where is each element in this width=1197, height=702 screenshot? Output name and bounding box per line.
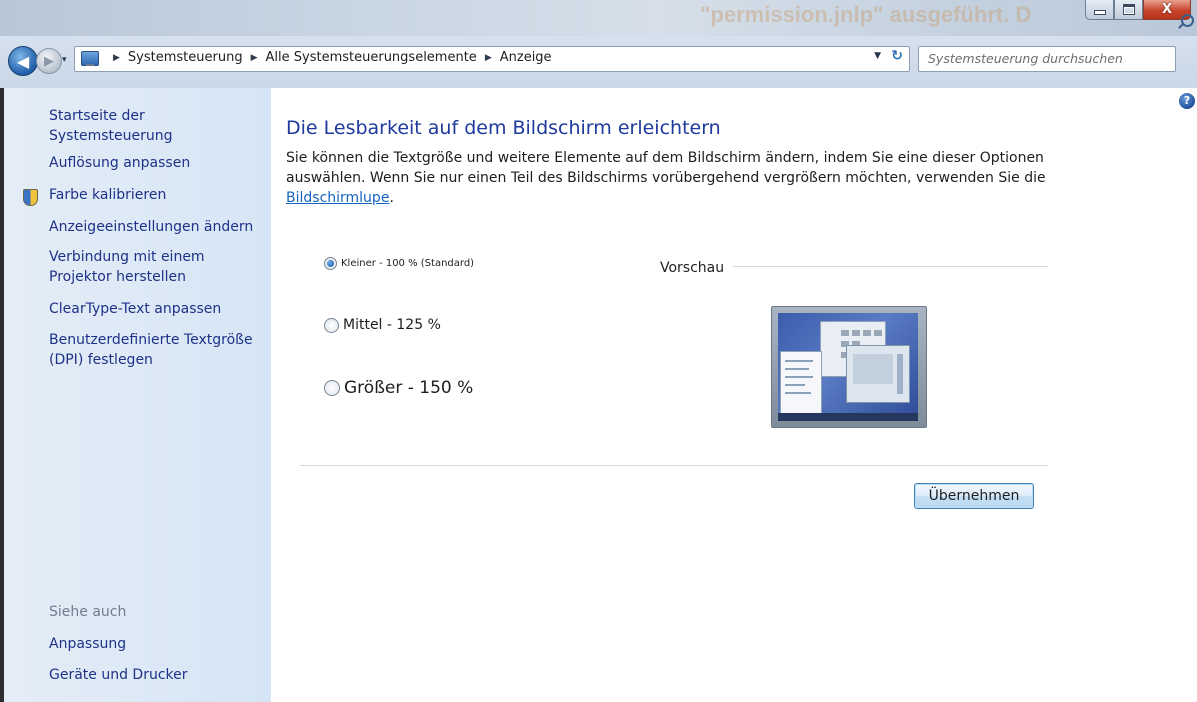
control-panel-icon xyxy=(81,51,99,66)
option-medium[interactable]: Mittel - 125 % xyxy=(324,317,441,333)
maximize-icon xyxy=(1122,4,1135,15)
sidebar-item-aufloesung[interactable]: Auflösung anpassen xyxy=(49,153,265,173)
page-title: Die Lesbarkeit auf dem Bildschirm erleic… xyxy=(286,117,721,139)
breadcrumb-separator-icon: ▶ xyxy=(113,53,120,63)
search-icon[interactable] xyxy=(1181,14,1194,27)
forward-button[interactable]: ▶ xyxy=(36,48,62,74)
option-medium-label[interactable]: Mittel - 125 % xyxy=(343,317,441,333)
close-icon: X xyxy=(1161,2,1173,17)
title-bar: "permission.jnlp" ausgeführt. D X xyxy=(0,0,1197,36)
search-placeholder: Systemsteuerung durchsuchen xyxy=(928,51,1123,66)
sidebar-item-anzeigeeinstellungen[interactable]: Anzeigeeinstellungen ändern xyxy=(49,217,265,237)
option-small-label[interactable]: Kleiner - 100 % (Standard) xyxy=(341,258,474,269)
page-description: Sie können die Textgröße und weitere Ele… xyxy=(286,148,1086,208)
sidebar-item-startseite[interactable]: Startseite der Systemsteuerung xyxy=(49,106,265,146)
help-icon[interactable]: ? xyxy=(1179,93,1195,109)
chevron-down-icon: ▾ xyxy=(62,55,67,65)
breadcrumb-separator-icon[interactable]: ▶ xyxy=(251,53,258,63)
description-text: Sie können die Textgröße und weitere Ele… xyxy=(286,150,1046,186)
preview-tile xyxy=(874,330,882,336)
option-small[interactable]: Kleiner - 100 % (Standard) xyxy=(324,257,474,270)
option-large[interactable]: Größer - 150 % xyxy=(324,378,473,398)
back-arrow-icon: ◀ xyxy=(16,51,30,71)
sidebar-item-dpi[interactable]: Benutzerdefinierte Textgröße (DPI) festl… xyxy=(49,330,265,370)
sidebar-item-farbe-kalibrieren[interactable]: Farbe kalibrieren xyxy=(49,185,265,205)
breadcrumb-separator-icon[interactable]: ▶ xyxy=(485,53,492,63)
option-large-label[interactable]: Größer - 150 % xyxy=(344,378,473,398)
preview-image xyxy=(771,306,927,428)
window-controls: X xyxy=(1085,0,1191,20)
preview-label: Vorschau xyxy=(660,260,725,276)
apply-button[interactable]: Übernehmen xyxy=(914,483,1034,509)
minimize-button[interactable] xyxy=(1085,0,1114,20)
sidebar: Startseite der Systemsteuerung Auflösung… xyxy=(0,88,271,702)
breadcrumb-item-systemsteuerung[interactable]: Systemsteuerung xyxy=(128,50,243,65)
sidebar-item-cleartype[interactable]: ClearType-Text anpassen xyxy=(49,299,265,319)
preview-screen xyxy=(778,313,918,421)
description-end: . xyxy=(389,190,394,206)
content-divider xyxy=(300,465,1048,466)
sidebar-item-anpassung[interactable]: Anpassung xyxy=(49,634,265,654)
refresh-icon[interactable]: ↻ xyxy=(891,48,903,64)
preview-window xyxy=(846,345,910,403)
address-dropdown-icon[interactable]: ▼ xyxy=(874,51,881,61)
address-bar[interactable]: ▶ Systemsteuerung ▶ Alle Systemsteuerungsel… xyxy=(74,46,910,72)
navigation-bar: ◀ ▶ ▾ ▶ Systemsteuerung ▶ Alle Systemsteuer… xyxy=(0,36,1197,88)
preview-line xyxy=(785,376,813,378)
radio-large[interactable] xyxy=(324,380,340,396)
background-window-caption: "permission.jnlp" ausgeführt. D xyxy=(700,2,1032,27)
preview-divider xyxy=(733,266,1048,267)
shield-icon xyxy=(23,189,38,206)
preview-line xyxy=(785,384,805,386)
preview-taskbar xyxy=(778,413,918,421)
preview-scrollbar xyxy=(897,354,903,394)
radio-small[interactable] xyxy=(324,257,337,270)
search-input[interactable]: Systemsteuerung durchsuchen xyxy=(918,46,1176,72)
preview-panel xyxy=(853,354,893,384)
preview-line xyxy=(785,360,813,362)
see-also-heading: Siehe auch xyxy=(49,604,127,620)
breadcrumb-item-alle-elemente[interactable]: Alle Systemsteuerungselemente xyxy=(266,50,477,65)
breadcrumb: ▶ Systemsteuerung ▶ Alle Systemsteuerungsel… xyxy=(105,50,552,65)
recent-pages-button[interactable]: ▾ xyxy=(62,55,67,65)
sidebar-item-projektor[interactable]: Verbindung mit einem Projektor herstelle… xyxy=(49,247,265,287)
preview-tile xyxy=(841,330,849,336)
radio-medium[interactable] xyxy=(324,317,339,333)
back-button[interactable]: ◀ xyxy=(8,46,38,76)
maximize-button[interactable] xyxy=(1114,0,1143,20)
magnifier-link[interactable]: Bildschirmlupe xyxy=(286,190,389,206)
forward-arrow-icon: ▶ xyxy=(44,53,54,69)
minimize-icon xyxy=(1093,10,1106,15)
preview-line xyxy=(785,368,809,370)
preview-tile xyxy=(863,330,871,336)
preview-window xyxy=(780,351,822,417)
preview-line xyxy=(785,392,811,394)
preview-tile xyxy=(852,330,860,336)
sidebar-item-geraete-drucker[interactable]: Geräte und Drucker xyxy=(49,665,265,685)
breadcrumb-item-anzeige[interactable]: Anzeige xyxy=(500,50,552,65)
